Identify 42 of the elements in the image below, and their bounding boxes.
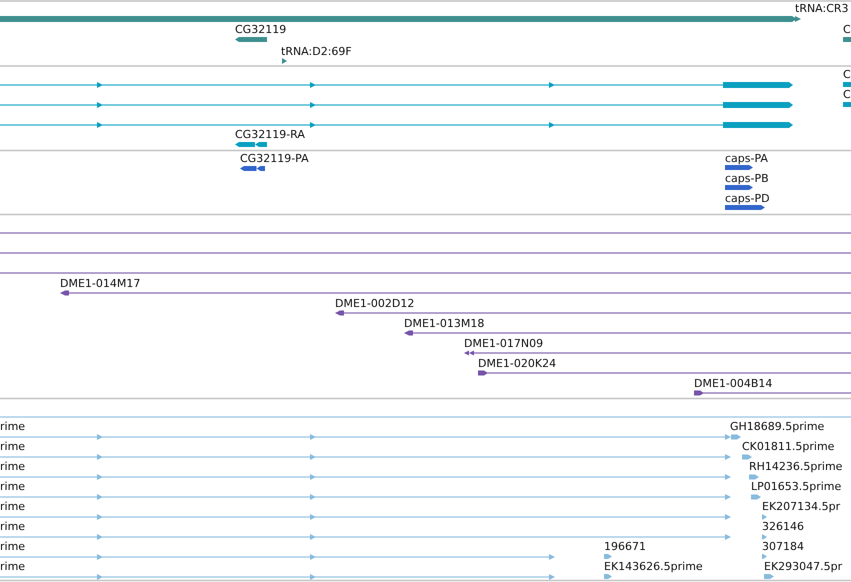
protein-bar — [240, 166, 265, 171]
feature-label: CG32119-RA — [235, 128, 305, 141]
feature-label: CK01811.5prime — [742, 440, 834, 453]
feature-label: caps-PB — [725, 172, 769, 185]
feature-label: RH14236.5prime — [749, 460, 842, 473]
feature-label: EK293047.5pr — [764, 560, 842, 573]
feature-label: C — [843, 23, 851, 36]
feature-label: rime — [0, 480, 26, 493]
feature-label: tRNA:CR3 — [795, 2, 849, 15]
protein-bar — [725, 165, 753, 170]
feature-label: 326146 — [762, 520, 804, 533]
feature-label: LP01653.5prime — [751, 480, 842, 493]
feature-label: caps-PA — [725, 152, 768, 165]
transcript-bar — [235, 142, 267, 147]
feature-label: EK207134.5pr — [762, 500, 840, 513]
feature-label: rime — [0, 500, 26, 513]
feature-label: rime — [0, 420, 26, 433]
feature-label: CG32119 — [235, 23, 286, 36]
feature-label: rime — [0, 520, 26, 533]
feature-label: rime — [0, 440, 26, 453]
feature-label: C — [843, 68, 851, 81]
protein-bar — [725, 205, 765, 210]
feature-label: DME1-014M17 — [60, 277, 140, 290]
feature-label: C — [843, 88, 851, 101]
feature-label: GH18689.5prime — [730, 420, 824, 433]
feature-label: rime — [0, 560, 26, 573]
feature-label: rime — [0, 460, 26, 473]
feature-label: 307184 — [762, 540, 804, 553]
feature-label: caps-PD — [725, 192, 770, 205]
feature-label: DME1-013M18 — [404, 317, 484, 330]
feature-label: tRNA:D2:69F — [281, 45, 352, 58]
feature-label: DME1-017N09 — [464, 337, 544, 350]
feature-label: DME1-020K24 — [478, 357, 556, 370]
transcript-bar — [843, 102, 851, 107]
feature-label: DME1-002D12 — [335, 297, 414, 310]
feature-label: 196671 — [604, 540, 646, 553]
feature-label: DME1-004B14 — [694, 377, 772, 390]
feature-label: EK143626.5prime — [604, 560, 703, 573]
feature-label: CG32119-PA — [240, 152, 309, 165]
feature-label: rime — [0, 540, 26, 553]
transcript-bar — [843, 82, 851, 87]
protein-bar — [725, 185, 753, 190]
